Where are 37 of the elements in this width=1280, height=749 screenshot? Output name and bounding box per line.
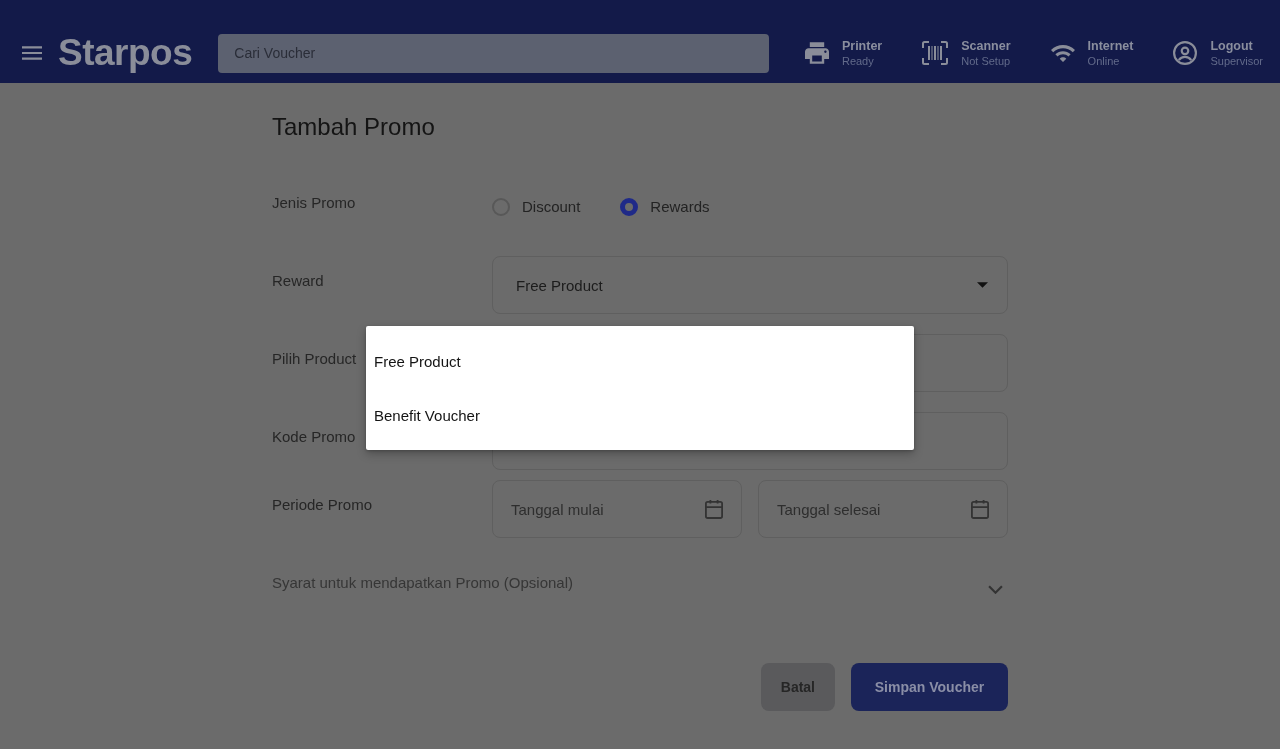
menu-item[interactable]: Free Product (366, 334, 914, 388)
status-title: Internet (1087, 38, 1134, 53)
field-label: Jenis Promo (272, 193, 356, 212)
calendar-icon (971, 499, 989, 519)
field-label: Pilih Product (272, 349, 357, 368)
wifi-icon (1050, 44, 1075, 62)
page-title: Tambah Promo (272, 112, 436, 142)
status-item[interactable]: Printer Ready (804, 38, 883, 68)
status-title: Logout (1210, 38, 1254, 53)
date-field[interactable]: Tanggal mulai (492, 480, 742, 538)
status-subtitle: Ready (841, 54, 875, 68)
search-field[interactable]: Cari Voucher (218, 33, 770, 73)
radio-option[interactable]: Discount (492, 198, 581, 216)
field-label: Reward (272, 271, 324, 290)
calendar-icon (705, 499, 723, 519)
status-item[interactable]: Scanner Not Setup (922, 38, 1011, 68)
status-subtitle: Not Setup (961, 54, 1011, 68)
status-item[interactable]: Internet Online (1050, 38, 1134, 68)
save-button[interactable]: Simpan Voucher (851, 663, 1008, 711)
field-label: Periode Promo (272, 495, 373, 514)
menu-item[interactable]: Benefit Voucher (366, 388, 914, 442)
status-title: Printer (841, 38, 883, 53)
status-subtitle: Online (1087, 54, 1121, 68)
radio-option[interactable]: Rewards (620, 198, 710, 216)
date-field[interactable]: Tanggal selesai (758, 480, 1008, 538)
app-logo: Starpos (58, 33, 193, 73)
caret-icon (977, 282, 988, 288)
status-subtitle: Supervisor (1210, 54, 1263, 68)
status-title: Scanner (961, 38, 1011, 53)
menu-button[interactable] (22, 46, 42, 60)
printer-icon (804, 42, 829, 64)
radio-checked-icon[interactable] (620, 198, 639, 216)
user-circle-icon (1173, 41, 1198, 65)
barcode-scanner-icon (922, 41, 949, 65)
field-label: Kode Promo (272, 427, 356, 446)
status-item[interactable]: Logout Supervisor (1173, 38, 1263, 68)
dropdown-field[interactable]: Free Product (492, 256, 1008, 314)
